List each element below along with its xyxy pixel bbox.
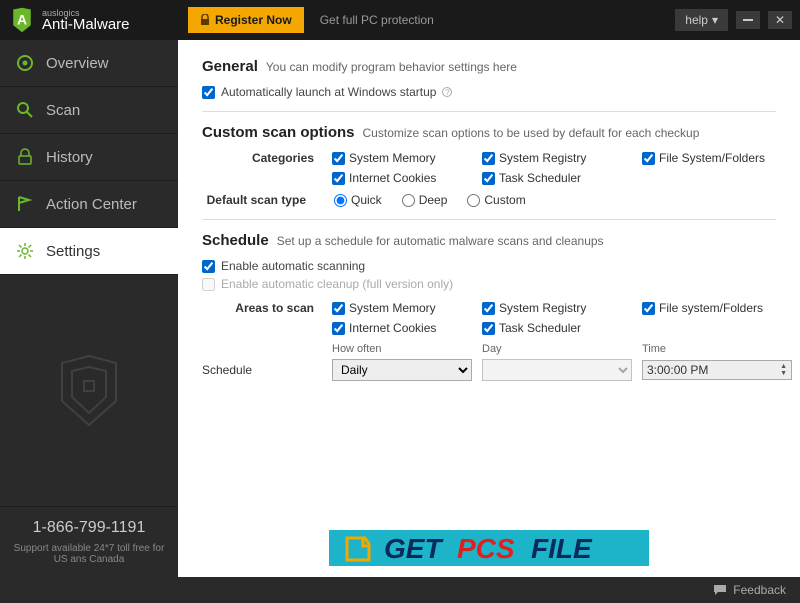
cat-internet-cookies[interactable]: Internet Cookies: [332, 171, 472, 185]
sidebar-item-history[interactable]: History: [0, 134, 178, 181]
titlebar: A auslogics Anti-Malware Register Now Ge…: [0, 0, 800, 40]
statusbar: Feedback: [0, 577, 800, 603]
sidebar-item-settings[interactable]: Settings: [0, 228, 178, 275]
phone-number: 1-866-799-1191: [10, 519, 168, 537]
close-icon: ✕: [775, 13, 785, 27]
chat-icon: [713, 584, 727, 596]
support-text: Support available 24*7 toll free for US …: [10, 543, 168, 565]
sidebar-decoration: [0, 275, 178, 506]
cat-system-memory[interactable]: System Memory: [332, 151, 472, 165]
target-icon: [16, 54, 34, 72]
schedule-title: Schedule: [202, 232, 269, 249]
schedule-section: Schedule Set up a schedule for automatic…: [202, 232, 776, 381]
svg-text:FILE: FILE: [531, 533, 593, 564]
protection-text: Get full PC protection: [320, 13, 434, 27]
schedule-label: Schedule: [202, 363, 322, 377]
general-sub: You can modify program behavior settings…: [266, 60, 517, 74]
howoften-header: How often: [332, 343, 472, 355]
area-internet-cookies[interactable]: Internet Cookies: [332, 321, 472, 335]
area-file-system[interactable]: File system/Folders: [642, 301, 792, 315]
register-button[interactable]: Register Now: [188, 7, 304, 33]
categories-label: Categories: [202, 151, 322, 165]
sidebar-item-overview[interactable]: Overview: [0, 40, 178, 87]
custom-sub: Customize scan options to be used by def…: [363, 126, 700, 140]
product-label: Anti-Malware: [42, 17, 130, 32]
help-icon[interactable]: ?: [442, 87, 452, 97]
time-header: Time: [642, 343, 792, 355]
sidebar: Overview Scan History Action Center Sett…: [0, 40, 178, 577]
area-system-memory[interactable]: System Memory: [332, 301, 472, 315]
sidebar-footer: 1-866-799-1191 Support available 24*7 to…: [0, 506, 178, 577]
help-button[interactable]: help ▾: [675, 9, 728, 31]
svg-text:A: A: [17, 11, 27, 27]
shield-icon: A: [8, 6, 36, 34]
cat-system-registry[interactable]: System Registry: [482, 151, 632, 165]
general-title: General: [202, 58, 258, 75]
scantype-deep[interactable]: Deep: [402, 193, 448, 207]
day-header: Day: [482, 343, 632, 355]
chevron-down-icon: ▾: [712, 13, 718, 27]
divider: [202, 111, 776, 112]
scantype-quick[interactable]: Quick: [334, 193, 382, 207]
gear-icon: [16, 242, 34, 260]
area-system-registry[interactable]: System Registry: [482, 301, 632, 315]
content-pane: General You can modify program behavior …: [178, 40, 800, 577]
watermark: GET PCS FILE: [329, 524, 649, 577]
app-logo: A auslogics Anti-Malware: [8, 6, 178, 34]
shield-outline-icon: [54, 351, 124, 431]
enable-cleanup-checkbox: Enable automatic cleanup (full version o…: [202, 277, 776, 291]
cat-file-system[interactable]: File System/Folders: [642, 151, 792, 165]
svg-text:PCS: PCS: [457, 533, 515, 564]
custom-scan-section: Custom scan options Customize scan optio…: [202, 124, 776, 207]
lock-icon: [200, 14, 210, 26]
day-select[interactable]: [482, 359, 632, 381]
scantype-custom[interactable]: Custom: [467, 193, 525, 207]
svg-text:GET: GET: [384, 533, 444, 564]
lock-icon: [16, 148, 34, 166]
spinner-icon[interactable]: ▲▼: [780, 363, 787, 377]
custom-title: Custom scan options: [202, 124, 355, 141]
divider: [202, 219, 776, 220]
howoften-select[interactable]: Daily: [332, 359, 472, 381]
minimize-button[interactable]: [736, 11, 760, 29]
minimize-icon: [743, 19, 753, 21]
cat-task-scheduler[interactable]: Task Scheduler: [482, 171, 632, 185]
scantype-label: Default scan type: [202, 193, 314, 207]
schedule-sub: Set up a schedule for automatic malware …: [277, 234, 604, 248]
general-section: General You can modify program behavior …: [202, 58, 776, 99]
sidebar-item-action[interactable]: Action Center: [0, 181, 178, 228]
time-input[interactable]: 3:00:00 PM ▲▼: [642, 360, 792, 380]
area-task-scheduler[interactable]: Task Scheduler: [482, 321, 632, 335]
feedback-link[interactable]: Feedback: [733, 583, 786, 597]
enable-scanning-checkbox[interactable]: Enable automatic scanning: [202, 259, 776, 273]
flag-icon: [16, 195, 34, 213]
areas-label: Areas to scan: [202, 301, 322, 315]
close-button[interactable]: ✕: [768, 11, 792, 29]
autolaunch-checkbox[interactable]: Automatically launch at Windows startup …: [202, 85, 776, 99]
sidebar-item-scan[interactable]: Scan: [0, 87, 178, 134]
register-label: Register Now: [215, 13, 292, 27]
search-icon: [16, 101, 34, 119]
